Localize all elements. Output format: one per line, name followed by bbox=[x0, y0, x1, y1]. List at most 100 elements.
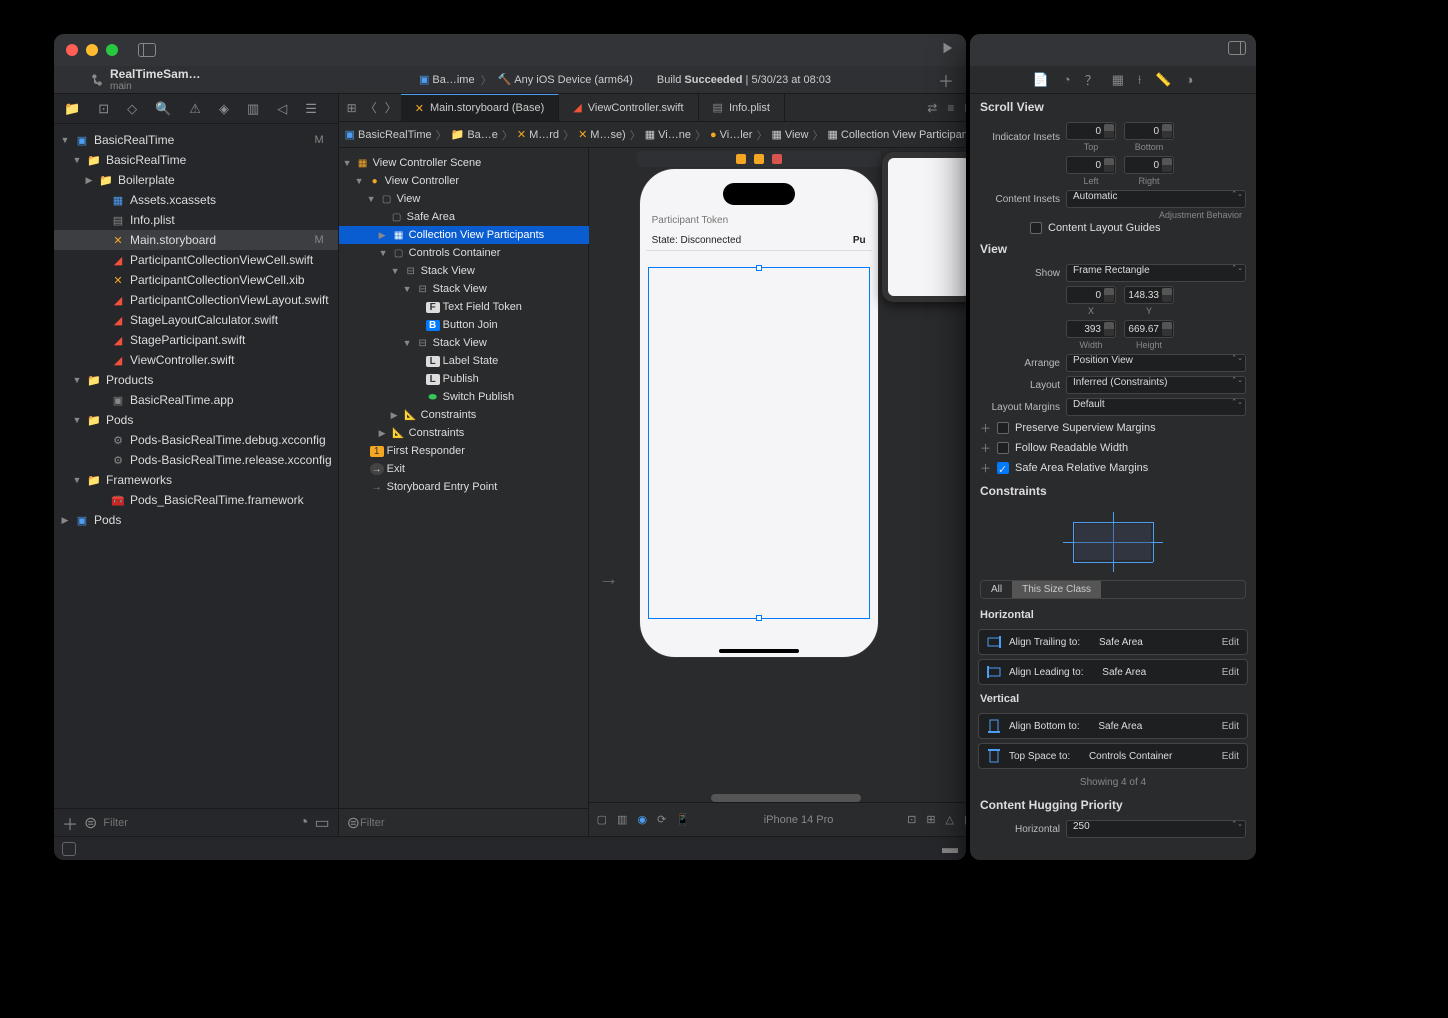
navigator-filter-input[interactable] bbox=[103, 817, 292, 829]
attributes-inspector-icon[interactable]: ⟊ bbox=[1138, 72, 1141, 88]
ib-canvas[interactable]: → State: Disconnected Pu bbox=[589, 148, 966, 836]
outline-entry-point[interactable]: →Storyboard Entry Point bbox=[339, 478, 589, 496]
nav-file-app[interactable]: ▣BasicRealTime.app bbox=[54, 390, 338, 410]
canvas-device-name[interactable]: iPhone 14 Pro bbox=[764, 814, 834, 826]
content-layout-guides-checkbox[interactable] bbox=[1030, 222, 1042, 234]
outline-safe-area[interactable]: ▢Safe Area bbox=[339, 208, 589, 226]
inspector-toggle-icon[interactable] bbox=[1228, 41, 1246, 60]
constraint-bottom[interactable]: Align Bottom to: Safe Area Edit bbox=[978, 713, 1248, 739]
seg-all[interactable]: All bbox=[981, 581, 1012, 598]
source-control-navigator-icon[interactable]: ⊡ bbox=[98, 101, 109, 117]
tab-main-storyboard[interactable]: ✕Main.storyboard (Base) bbox=[401, 94, 560, 121]
minimize-window-button[interactable] bbox=[86, 44, 98, 56]
history-inspector-icon[interactable]: ◔ bbox=[1063, 72, 1071, 87]
frame-x-input[interactable] bbox=[1066, 286, 1116, 304]
debug-area-toggle-icon[interactable]: ▬ bbox=[942, 840, 958, 858]
outline-constraints-outer[interactable]: ▶📐Constraints bbox=[339, 424, 589, 442]
nav-file-framework[interactable]: 🧰Pods_BasicRealTime.framework bbox=[54, 490, 338, 510]
nav-folder-boilerplate[interactable]: ▶📁Boilerplate bbox=[54, 170, 338, 190]
outline-join-button[interactable]: BButton Join bbox=[339, 316, 589, 334]
nav-file-main-storyboard[interactable]: ✕Main.storyboardM bbox=[54, 230, 338, 250]
tab-viewcontroller[interactable]: ◢ViewController.swift bbox=[559, 94, 698, 121]
nav-target[interactable]: ▼📁BasicRealTime bbox=[54, 150, 338, 170]
outline-token-field[interactable]: FText Field Token bbox=[339, 298, 589, 316]
hugging-horizontal-select[interactable]: 250 bbox=[1066, 820, 1246, 838]
outline-controls-container[interactable]: ▼▢Controls Container bbox=[339, 244, 589, 262]
tab-info-plist[interactable]: ▤Info.plist bbox=[699, 94, 785, 121]
outline-filter-input[interactable] bbox=[360, 817, 580, 829]
constraint-leading[interactable]: Align Leading to: Safe Area Edit bbox=[978, 659, 1248, 685]
nav-folder-frameworks[interactable]: ▼📁Frameworks bbox=[54, 470, 338, 490]
help-inspector-icon[interactable]: ？ bbox=[1085, 70, 1098, 89]
outline-publish-label[interactable]: LPublish bbox=[339, 370, 589, 388]
test-navigator-icon[interactable]: ◈ bbox=[219, 101, 229, 117]
nav-file-cell-swift[interactable]: ◢ParticipantCollectionViewCell.swift bbox=[54, 250, 338, 270]
constraints-diagram[interactable] bbox=[1053, 512, 1173, 572]
outline-view[interactable]: ▼▢View bbox=[339, 190, 589, 208]
outline-scene[interactable]: ▼▦View Controller Scene bbox=[339, 154, 589, 172]
add-margin-option-3[interactable]: ＋ bbox=[980, 460, 991, 476]
outline-label-state[interactable]: LLabel State bbox=[339, 352, 589, 370]
jump-bar[interactable]: ▣ BasicRealTime〉 📁 Ba…e〉 ✕ M…rd〉 ✕ M…se)… bbox=[339, 122, 966, 148]
close-window-button[interactable] bbox=[66, 44, 78, 56]
nav-pods-project[interactable]: ▶▣Pods bbox=[54, 510, 338, 530]
nav-file-stage-participant[interactable]: ◢StageParticipant.swift bbox=[54, 330, 338, 350]
outline-collection-view[interactable]: ▶▦Collection View Participants bbox=[339, 226, 589, 244]
edit-constraint-bottom[interactable]: Edit bbox=[1222, 721, 1239, 732]
scm-filter-icon[interactable]: ▭ bbox=[315, 813, 330, 833]
edit-constraint-top[interactable]: Edit bbox=[1222, 751, 1239, 762]
canvas-embed-icon[interactable]: ▦ bbox=[964, 813, 966, 826]
debug-navigator-icon[interactable]: ▥ bbox=[247, 101, 259, 117]
edit-constraint-trailing[interactable]: Edit bbox=[1222, 637, 1239, 648]
constraint-trailing[interactable]: Align Trailing to: Safe Area Edit bbox=[978, 629, 1248, 655]
nav-file-pod-release[interactable]: ⚙Pods-BasicRealTime.release.xcconfig bbox=[54, 450, 338, 470]
nav-folder-products[interactable]: ▼📁Products bbox=[54, 370, 338, 390]
frame-y-input[interactable] bbox=[1124, 286, 1174, 304]
related-items-icon[interactable]: ⇄ bbox=[927, 101, 937, 115]
add-editor-icon[interactable]: ⊞ bbox=[964, 101, 966, 115]
find-navigator-icon[interactable]: 🔍 bbox=[155, 101, 171, 117]
project-navigator-icon[interactable]: 📁 bbox=[64, 101, 80, 117]
edit-constraint-leading[interactable]: Edit bbox=[1222, 667, 1239, 678]
canvas-align-icon[interactable]: ⊡ bbox=[907, 813, 916, 826]
canvas-adjust-icon[interactable]: ▥ bbox=[617, 813, 627, 826]
layout-select[interactable]: Inferred (Constraints) bbox=[1066, 376, 1246, 394]
outline-switch-publish[interactable]: ⬬Switch Publish bbox=[339, 388, 589, 406]
outline-constraints-inner[interactable]: ▶📐Constraints bbox=[339, 406, 589, 424]
breakpoint-navigator-icon[interactable]: ◁ bbox=[277, 101, 287, 117]
back-button[interactable]: 〈 bbox=[361, 99, 381, 116]
canvas-zoom-icon[interactable]: ◉ bbox=[637, 813, 647, 826]
horizontal-scrollbar[interactable] bbox=[711, 794, 861, 802]
recent-filter-icon[interactable]: ◔ bbox=[299, 814, 309, 832]
readable-width-checkbox[interactable] bbox=[997, 442, 1009, 454]
constraints-size-class-segment[interactable]: All This Size Class bbox=[980, 580, 1246, 599]
outline-stack-3[interactable]: ▼⊟Stack View bbox=[339, 334, 589, 352]
grid-icon[interactable]: ⊞ bbox=[343, 101, 361, 115]
outline-exit[interactable]: →Exit bbox=[339, 460, 589, 478]
canvas-resolve-icon[interactable]: △ bbox=[946, 813, 954, 826]
canvas-device-icon[interactable]: 📱 bbox=[676, 813, 690, 826]
canvas-rotate-icon[interactable]: ⟳ bbox=[657, 813, 666, 826]
nav-project-root[interactable]: ▼▣BasicRealTimeM bbox=[54, 130, 338, 150]
preserve-margins-checkbox[interactable] bbox=[997, 422, 1009, 434]
add-margin-option-2[interactable]: ＋ bbox=[980, 440, 991, 456]
vc-header-bar[interactable] bbox=[637, 151, 881, 167]
show-frame-select[interactable]: Frame Rectangle bbox=[1066, 264, 1246, 282]
frame-w-input[interactable] bbox=[1066, 320, 1116, 338]
safe-area-margins-checkbox[interactable]: ✓ bbox=[997, 462, 1009, 474]
add-file-button[interactable]: ＋ bbox=[62, 811, 78, 835]
symbol-navigator-icon[interactable]: ◇ bbox=[127, 101, 137, 117]
nav-file-cell-xib[interactable]: ✕ParticipantCollectionViewCell.xib bbox=[54, 270, 338, 290]
outline-stack-2[interactable]: ▼⊟Stack View bbox=[339, 280, 589, 298]
nav-file-layout-swift[interactable]: ◢ParticipantCollectionViewLayout.swift bbox=[54, 290, 338, 310]
outline-stack-1[interactable]: ▼⊟Stack View bbox=[339, 262, 589, 280]
add-margin-option-1[interactable]: ＋ bbox=[980, 420, 991, 436]
inset-top-input[interactable] bbox=[1066, 122, 1116, 140]
source-control-branch[interactable]: RealTimeSam… main bbox=[90, 67, 201, 92]
resize-handle-bottom[interactable] bbox=[756, 615, 762, 621]
zoom-window-button[interactable] bbox=[106, 44, 118, 56]
resize-handle-top[interactable] bbox=[756, 265, 762, 271]
nav-file-assets[interactable]: ▦Assets.xcassets bbox=[54, 190, 338, 210]
content-insets-select[interactable]: Automatic bbox=[1066, 190, 1246, 208]
frame-h-input[interactable] bbox=[1124, 320, 1174, 338]
